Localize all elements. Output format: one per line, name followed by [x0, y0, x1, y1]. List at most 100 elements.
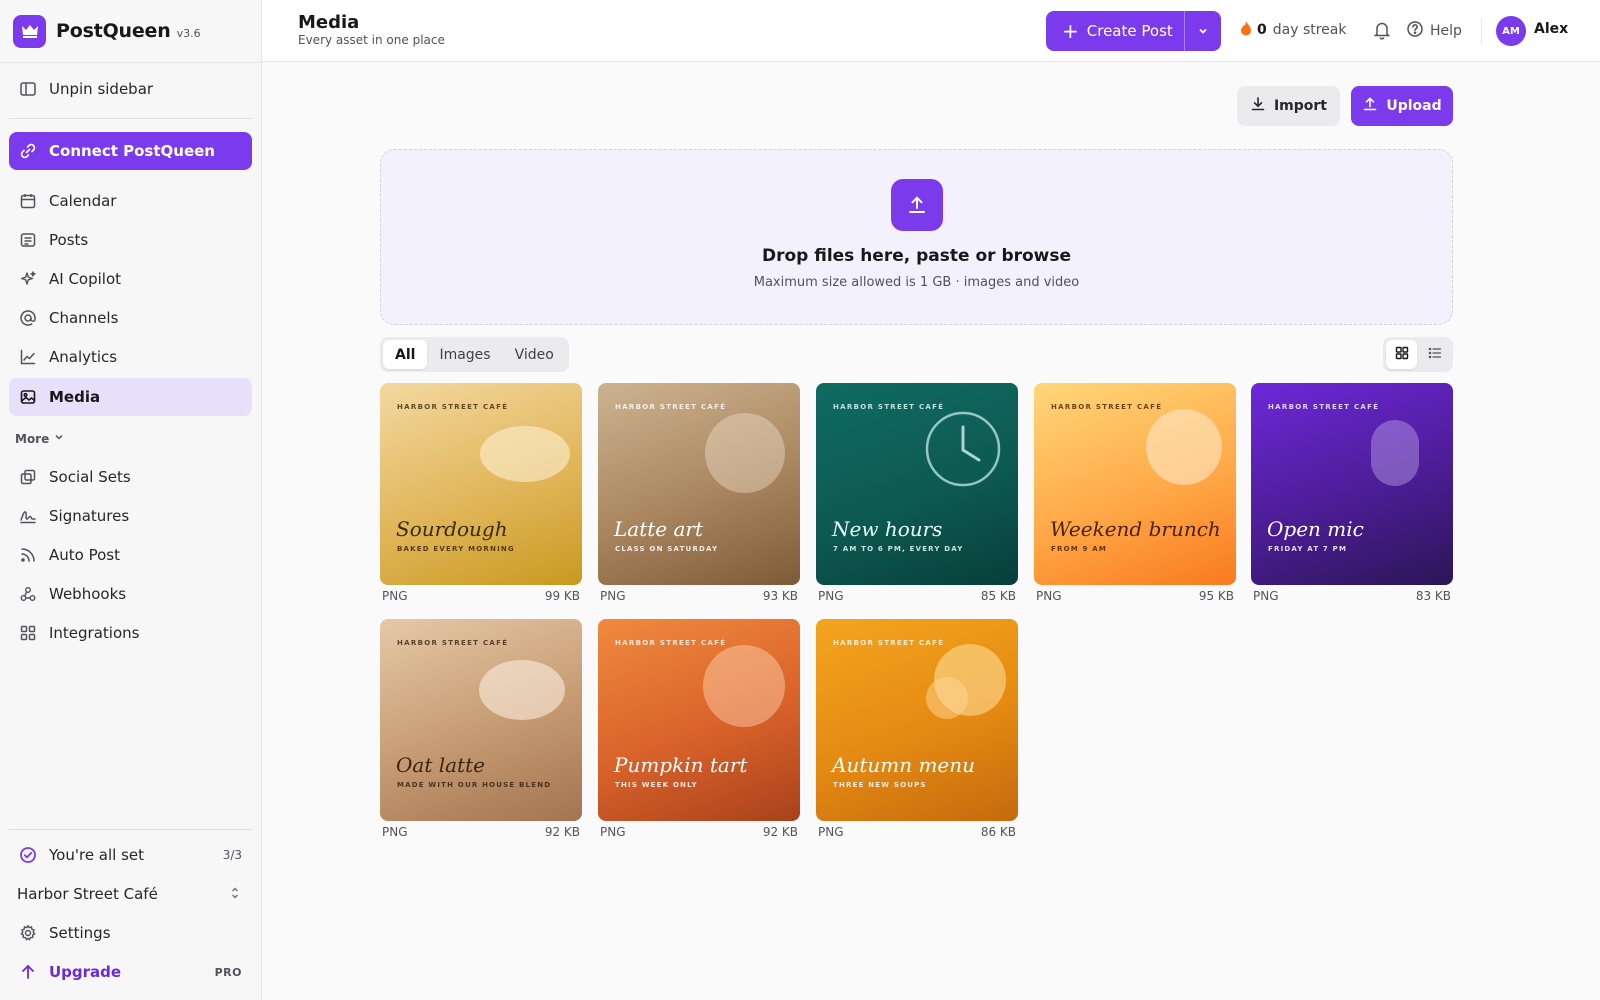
media-card[interactable]: HARBOR STREET CAFÉ New hours 7 AM TO 6 P…: [816, 383, 1018, 603]
thumbnail-illustration: [703, 645, 785, 727]
media-meta: PNG 92 KB: [598, 821, 800, 839]
sidebar-item-label: Webhooks: [49, 585, 127, 603]
thumbnail-illustration: [480, 426, 570, 482]
sidebar-item-analytics[interactable]: Analytics: [9, 338, 252, 376]
pro-badge: PRO: [214, 965, 242, 979]
media-type: PNG: [818, 589, 844, 603]
upload-label: Upload: [1386, 98, 1442, 114]
list-view-button[interactable]: [1419, 340, 1450, 369]
thumbnail-subtitle: THIS WEEK ONLY: [615, 781, 698, 789]
sidebar-item-settings[interactable]: Settings: [9, 914, 252, 952]
create-post-label: Create Post: [1086, 22, 1173, 40]
streak-indicator[interactable]: 0 day streak: [1240, 20, 1346, 40]
avatar[interactable]: AM: [1496, 16, 1526, 46]
sidebar-item-label: Channels: [49, 309, 119, 327]
brand[interactable]: PostQueen v3.6: [13, 14, 201, 48]
media-size: 83 KB: [1415, 589, 1451, 603]
media-meta: PNG 92 KB: [380, 821, 582, 839]
upgrade-button[interactable]: Upgrade PRO: [9, 953, 252, 991]
thumbnail-subtitle: FROM 9 AM: [1051, 545, 1108, 553]
media-meta: PNG 86 KB: [816, 821, 1018, 839]
import-button[interactable]: Import: [1237, 86, 1340, 126]
grid-view-button[interactable]: [1386, 340, 1417, 369]
link-icon: [19, 142, 37, 160]
plus-icon: +: [1062, 19, 1079, 43]
setup-status-label: You're all set: [49, 846, 145, 864]
chevron-down-icon: [1197, 22, 1209, 41]
sidebar-item-media[interactable]: Media: [9, 378, 252, 416]
media-size: 86 KB: [980, 825, 1016, 839]
media-meta: PNG 83 KB: [1251, 585, 1453, 603]
app-name: PostQueen: [56, 20, 171, 42]
media-card[interactable]: HARBOR STREET CAFÉ Oat latte MADE WITH O…: [380, 619, 582, 839]
clock-icon: [925, 411, 1001, 487]
upload-button[interactable]: Upload: [1351, 86, 1453, 126]
media-thumbnail: HARBOR STREET CAFÉ Weekend brunch FROM 9…: [1034, 383, 1236, 585]
gear-icon: [19, 924, 37, 942]
connect-label: Connect PostQueen: [49, 142, 215, 160]
workspace-switcher[interactable]: Harbor Street Café: [9, 875, 252, 913]
tab-video[interactable]: Video: [503, 340, 566, 369]
thumbnail-title: Pumpkin tart: [614, 753, 748, 777]
file-dropzone[interactable]: Drop files here, paste or browse Maximum…: [380, 149, 1453, 325]
thumbnail-brand: HARBOR STREET CAFÉ: [397, 403, 509, 411]
upload-icon: [1362, 96, 1378, 116]
tab-images[interactable]: Images: [427, 340, 502, 369]
grid-view-icon: [1395, 345, 1409, 364]
thumbnail-illustration: [926, 677, 968, 719]
tab-all[interactable]: All: [383, 340, 428, 369]
media-card[interactable]: HARBOR STREET CAFÉ Open mic FRIDAY AT 7 …: [1251, 383, 1453, 603]
crown-logo-icon: [13, 14, 46, 48]
notifications-button[interactable]: [1373, 20, 1391, 44]
user-name[interactable]: Alex: [1534, 21, 1568, 37]
thumbnail-title: Latte art: [614, 517, 703, 541]
sidebar-item-ai-copilot[interactable]: AI Copilot: [9, 260, 252, 298]
create-post-button[interactable]: + Create Post: [1046, 11, 1185, 51]
thumbnail-brand: HARBOR STREET CAFÉ: [833, 403, 945, 411]
sidebar-item-auto-post[interactable]: Auto Post: [9, 536, 252, 574]
media-thumbnail: HARBOR STREET CAFÉ Pumpkin tart THIS WEE…: [598, 619, 800, 821]
sidebar-item-label: Posts: [49, 231, 89, 249]
sidebar-separator: [9, 829, 252, 830]
sidebar-divider: [0, 62, 262, 63]
media-size: 95 KB: [1198, 589, 1234, 603]
help-button[interactable]: Help: [1406, 20, 1462, 42]
webhook-icon: [19, 585, 37, 603]
sidebar: PostQueen v3.6 Unpin sidebar Connect Pos…: [0, 0, 262, 1000]
media-size: 92 KB: [762, 825, 798, 839]
media-card[interactable]: HARBOR STREET CAFÉ Autumn menu THREE NEW…: [816, 619, 1018, 839]
media-card[interactable]: HARBOR STREET CAFÉ Latte art CLASS ON SA…: [598, 383, 800, 603]
thumbnail-illustration: [1146, 409, 1222, 485]
media-thumbnail: HARBOR STREET CAFÉ Sourdough BAKED EVERY…: [380, 383, 582, 585]
sidebar-item-channels[interactable]: Channels: [9, 299, 252, 337]
media-card[interactable]: HARBOR STREET CAFÉ Sourdough BAKED EVERY…: [380, 383, 582, 603]
media-size: 85 KB: [980, 589, 1016, 603]
sidebar-item-webhooks[interactable]: Webhooks: [9, 575, 252, 613]
sidebar-item-posts[interactable]: Posts: [9, 221, 252, 259]
sidebar-item-integrations[interactable]: Integrations: [9, 614, 252, 652]
media-card[interactable]: HARBOR STREET CAFÉ Weekend brunch FROM 9…: [1034, 383, 1236, 603]
question-circle-icon: [1406, 20, 1424, 42]
unpin-sidebar-label: Unpin sidebar: [49, 80, 154, 98]
connect-postqueen-button[interactable]: Connect PostQueen: [9, 132, 252, 170]
media-meta: PNG 99 KB: [380, 585, 582, 603]
chart-icon: [19, 348, 37, 366]
thumbnail-brand: HARBOR STREET CAFÉ: [1268, 403, 1380, 411]
setup-status-item[interactable]: You're all set 3/3: [9, 836, 252, 874]
media-type: PNG: [1036, 589, 1062, 603]
setup-progress-count: 3/3: [222, 848, 242, 862]
arrow-up-icon: [19, 963, 37, 981]
more-section-toggle[interactable]: More: [15, 431, 65, 446]
upgrade-label: Upgrade: [49, 963, 122, 981]
thumbnail-illustration: [479, 660, 565, 720]
chevron-updown-icon: [230, 886, 240, 903]
thumbnail-subtitle: MADE WITH OUR HOUSE BLEND: [397, 781, 552, 789]
sidebar-item-signatures[interactable]: Signatures: [9, 497, 252, 535]
sidebar-item-calendar[interactable]: Calendar: [9, 182, 252, 220]
sidebar-item-label: Social Sets: [49, 468, 131, 486]
sidebar-item-social-sets[interactable]: Social Sets: [9, 458, 252, 496]
sidebar-separator: [9, 118, 252, 119]
media-card[interactable]: HARBOR STREET CAFÉ Pumpkin tart THIS WEE…: [598, 619, 800, 839]
unpin-sidebar-button[interactable]: Unpin sidebar: [9, 70, 252, 108]
create-post-dropdown-button[interactable]: [1185, 11, 1221, 51]
